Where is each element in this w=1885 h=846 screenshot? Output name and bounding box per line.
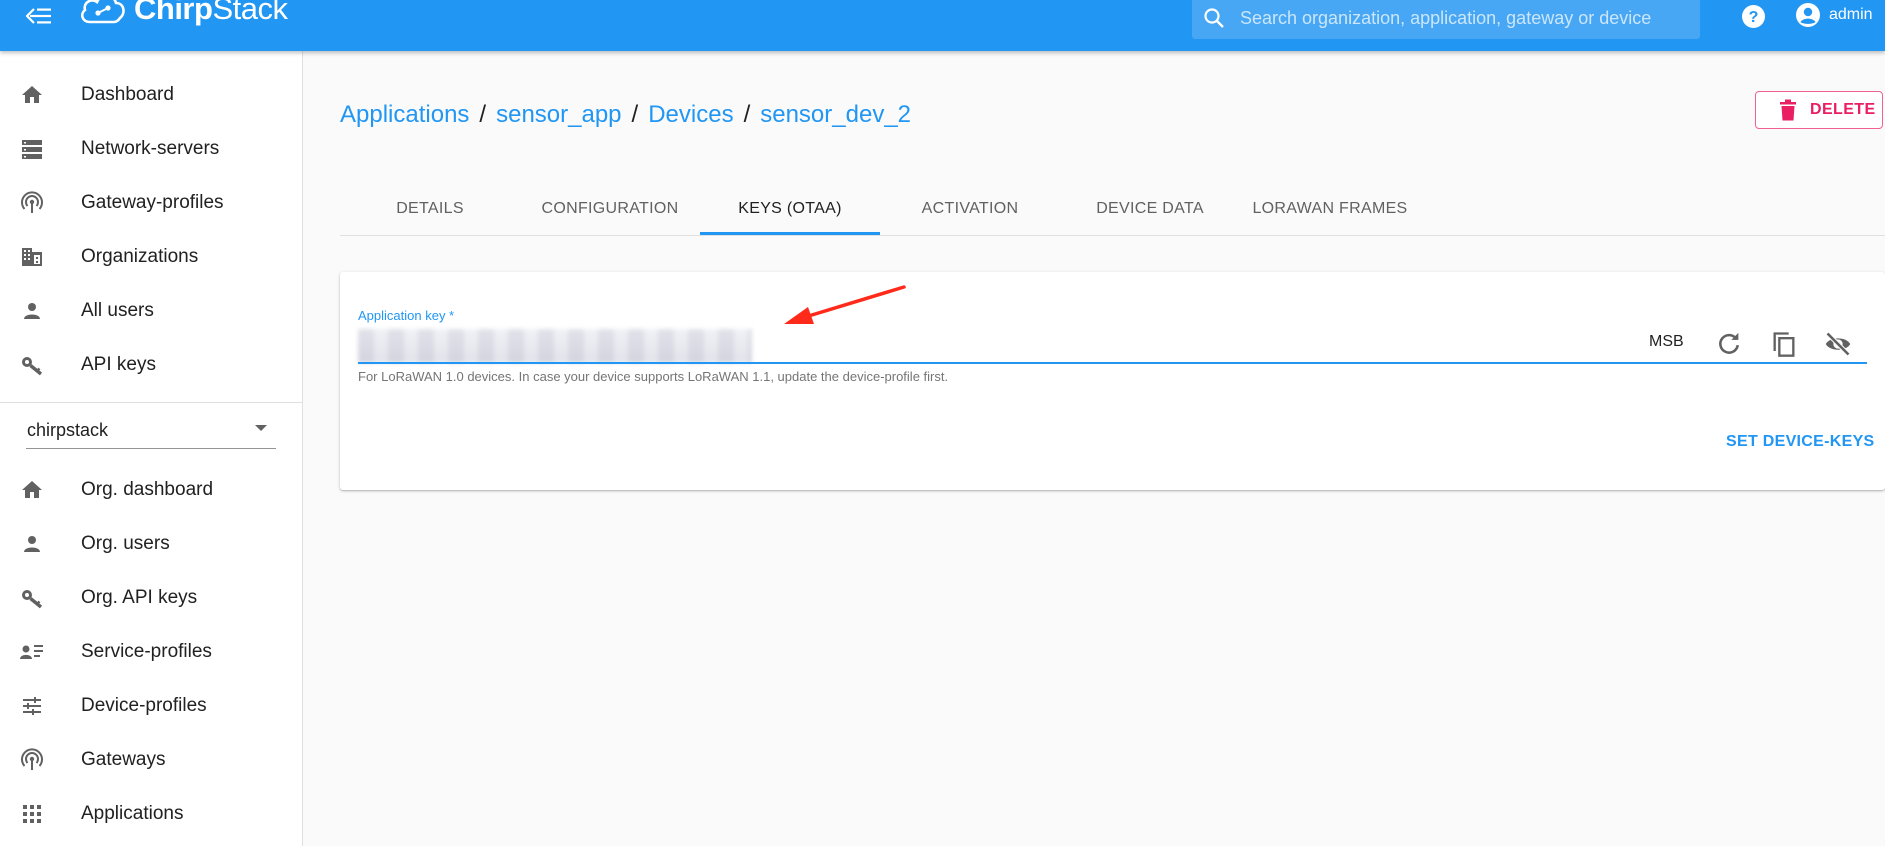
tune-icon xyxy=(23,697,41,715)
keys-card: Application key * MSB For LoRaWAN 1.0 de… xyxy=(340,272,1885,490)
search-icon xyxy=(1204,8,1224,28)
sidebar: Dashboard Network-servers Gateway-profil… xyxy=(0,51,303,846)
key-icon xyxy=(22,590,43,609)
sidebar-item-all-users[interactable]: All users xyxy=(0,284,302,338)
search-input[interactable] xyxy=(1238,6,1692,30)
sidebar-item-label: Org. dashboard xyxy=(81,479,214,500)
sidebar-divider xyxy=(0,402,302,403)
tab-activation[interactable]: ACTIVATION xyxy=(880,183,1060,234)
tab-device-data[interactable]: DEVICE DATA xyxy=(1060,183,1240,234)
home-icon xyxy=(22,86,42,103)
help-icon[interactable]: ? xyxy=(1740,3,1767,30)
svg-text:?: ? xyxy=(1749,9,1759,26)
service-profile-icon xyxy=(20,645,43,659)
sidebar-item-label: Gateway-profiles xyxy=(81,192,224,213)
active-tab-indicator xyxy=(700,232,880,235)
breadcrumb-separator: / xyxy=(631,101,639,128)
search-bar[interactable] xyxy=(1192,0,1700,39)
byte-order-toggle[interactable]: MSB xyxy=(1649,333,1684,351)
dropdown-arrow-icon xyxy=(255,425,267,431)
gateway-icon xyxy=(21,748,43,770)
device-tabs: DETAILS CONFIGURATION KEYS (OTAA) ACTIVA… xyxy=(340,183,1885,236)
sidebar-item-organizations[interactable]: Organizations xyxy=(0,230,302,284)
tab-configuration[interactable]: CONFIGURATION xyxy=(520,183,700,234)
sidebar-item-label: Device-profiles xyxy=(81,695,207,716)
sidebar-item-label: Dashboard xyxy=(81,84,174,105)
server-icon xyxy=(22,140,42,159)
sidebar-item-label: All users xyxy=(81,300,154,321)
trash-icon xyxy=(1780,99,1796,121)
refresh-icon[interactable] xyxy=(1715,330,1743,358)
application-key-input[interactable] xyxy=(358,329,752,363)
breadcrumb-separator: / xyxy=(479,101,487,128)
sidebar-item-label: Applications xyxy=(81,803,184,824)
brand-name: ChirpStack xyxy=(134,0,288,26)
sidebar-item-label: Service-profiles xyxy=(81,641,212,662)
sidebar-item-label: Network-servers xyxy=(81,138,220,159)
sidebar-item-dashboard[interactable]: Dashboard xyxy=(0,68,302,122)
sidebar-item-org-api-keys[interactable]: Org. API keys xyxy=(0,571,302,625)
sidebar-item-gateways[interactable]: Gateways xyxy=(0,733,302,787)
sidebar-item-org-users[interactable]: Org. users xyxy=(0,517,302,571)
sidebar-item-service-profiles[interactable]: Service-profiles xyxy=(0,625,302,679)
sidebar-item-label: API keys xyxy=(81,354,156,375)
application-key-label: Application key * xyxy=(358,308,455,323)
tab-keys-otaa[interactable]: KEYS (OTAA) xyxy=(700,183,880,234)
breadcrumb-applications-link[interactable]: Applications xyxy=(340,101,469,129)
copy-icon[interactable] xyxy=(1770,330,1798,358)
apps-icon xyxy=(23,805,41,823)
set-device-keys-button[interactable]: SET DEVICE-KEYS xyxy=(1726,433,1875,451)
breadcrumb-application-link[interactable]: sensor_app xyxy=(496,101,621,129)
sidebar-item-device-profiles[interactable]: Device-profiles xyxy=(0,679,302,733)
app-bar: ChirpStack ? admin xyxy=(0,0,1885,51)
application-key-underline xyxy=(358,362,1867,364)
breadcrumb-separator: / xyxy=(743,101,751,128)
user-name: admin xyxy=(1829,6,1873,23)
delete-button-label: DELETE xyxy=(1810,101,1876,118)
delete-device-button[interactable]: DELETE xyxy=(1755,91,1883,129)
logo[interactable]: ChirpStack xyxy=(78,0,288,27)
visibility-off-icon[interactable] xyxy=(1824,330,1852,358)
sidebar-item-gateway-profiles[interactable]: Gateway-profiles xyxy=(0,176,302,230)
sidebar-item-network-servers[interactable]: Network-servers xyxy=(0,122,302,176)
key-icon xyxy=(22,357,43,376)
sidebar-item-org-dashboard[interactable]: Org. dashboard xyxy=(0,463,302,517)
sidebar-item-label: Org. users xyxy=(81,533,170,554)
cloud-logo-icon xyxy=(80,0,125,24)
annotation-arrow xyxy=(784,285,906,324)
breadcrumb-devices-link[interactable]: Devices xyxy=(648,101,733,129)
sidebar-item-label: Gateways xyxy=(81,749,166,770)
building-icon xyxy=(22,248,42,266)
sidebar-item-label: Organizations xyxy=(81,246,199,267)
application-key-helper-text: For LoRaWAN 1.0 devices. In case your de… xyxy=(358,369,949,384)
sidebar-item-api-keys[interactable]: API keys xyxy=(0,338,302,392)
account-circle-icon xyxy=(1796,3,1820,27)
menu-collapse-icon[interactable] xyxy=(25,4,54,28)
gateway-icon xyxy=(21,191,43,213)
breadcrumb-device-link[interactable]: sensor_dev_2 xyxy=(760,101,911,129)
sidebar-item-label: Org. API keys xyxy=(81,587,198,608)
tab-details[interactable]: DETAILS xyxy=(340,183,520,234)
user-menu-button[interactable]: admin xyxy=(1795,2,1873,28)
sidebar-item-applications[interactable]: Applications xyxy=(0,787,302,841)
person-icon xyxy=(24,536,40,552)
home-icon xyxy=(22,481,42,498)
person-icon xyxy=(24,303,40,319)
organization-select[interactable]: chirpstack xyxy=(26,414,276,449)
tab-lorawan-frames[interactable]: LORAWAN FRAMES xyxy=(1240,183,1420,234)
organization-select-value: chirpstack xyxy=(27,420,109,440)
breadcrumb: Applications / sensor_app / Devices / se… xyxy=(340,101,911,129)
